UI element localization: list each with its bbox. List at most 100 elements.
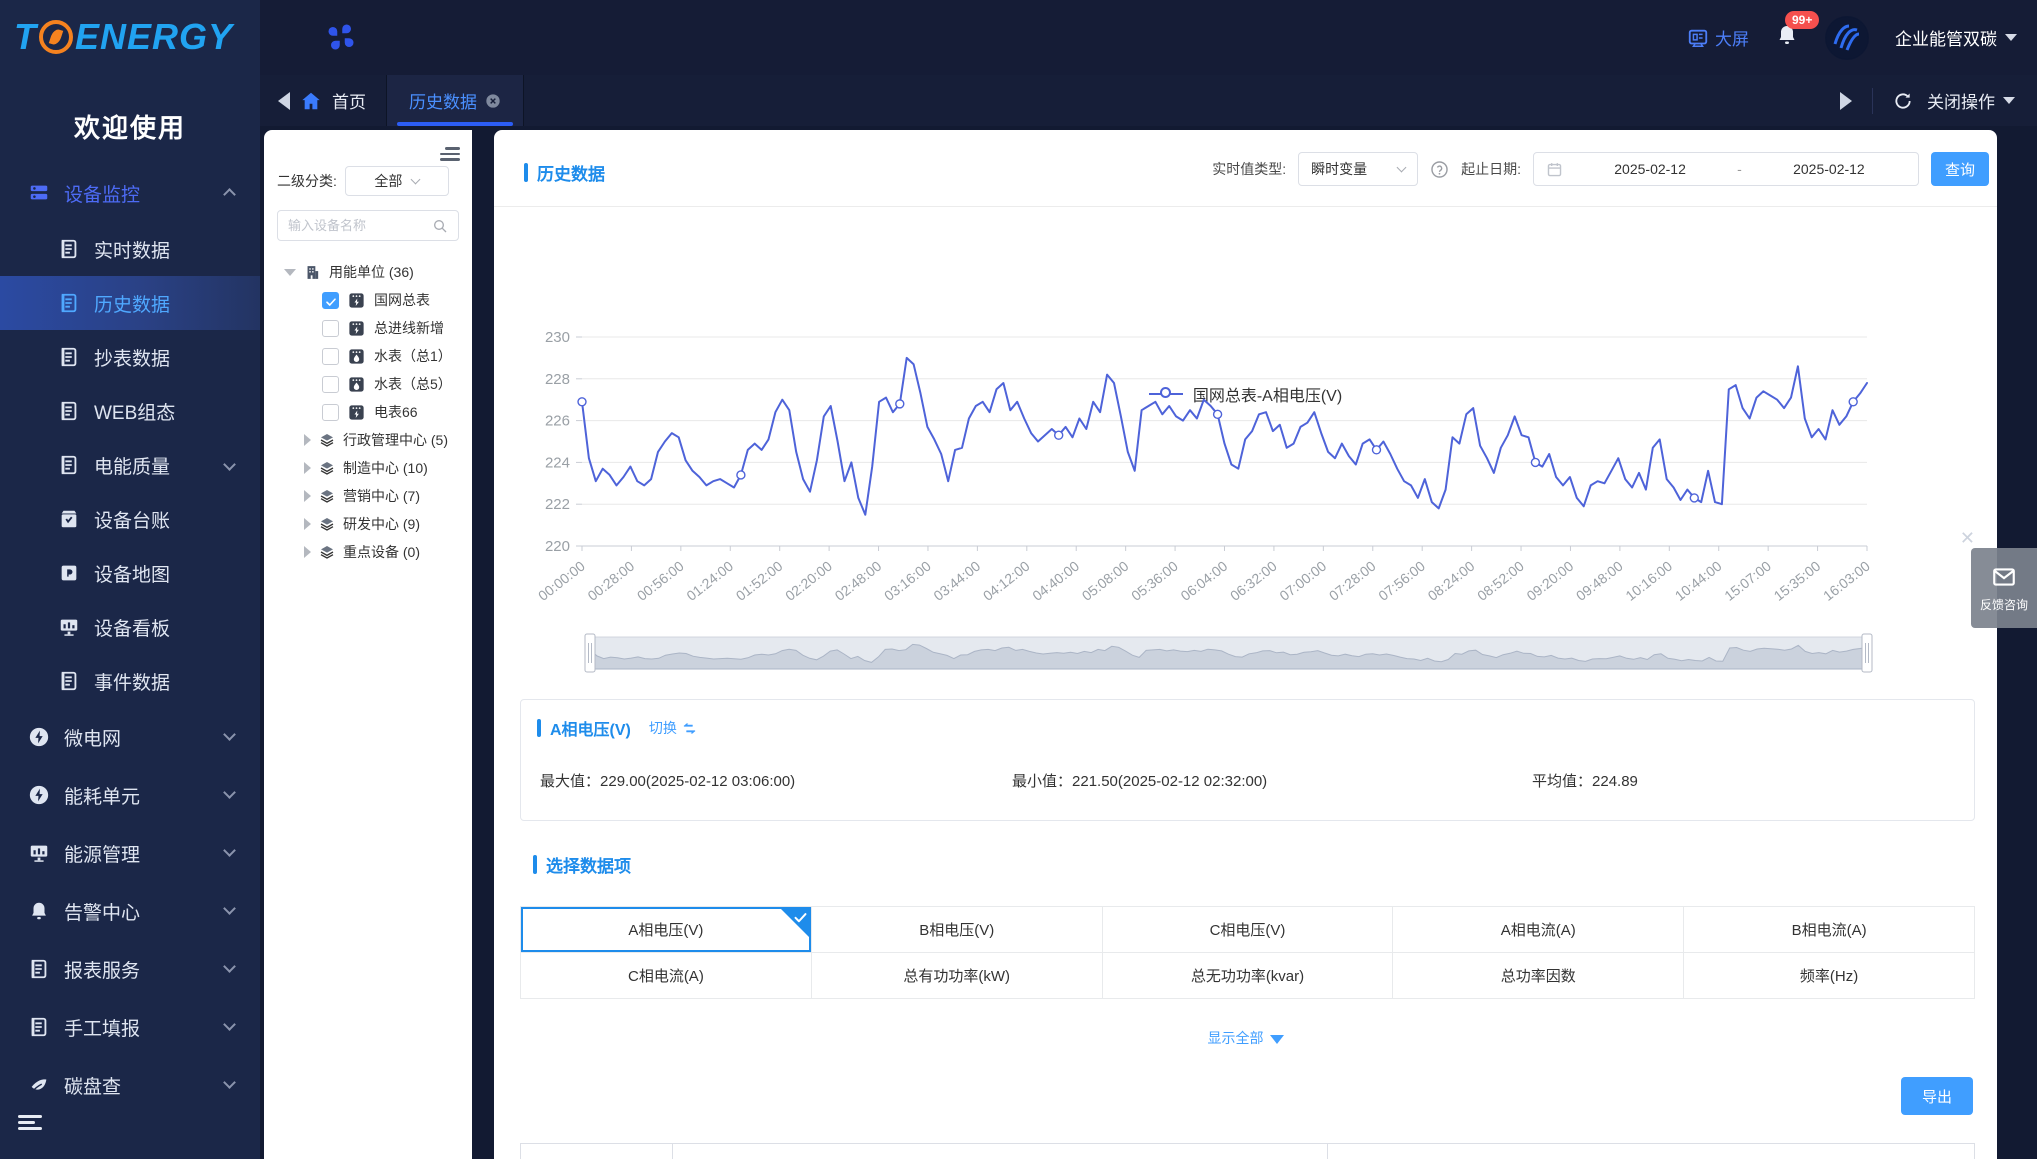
tab-history-data[interactable]: 历史数据 (387, 75, 524, 126)
tabs-scroll-right-icon[interactable] (1840, 92, 1852, 110)
svg-text:09:48:00: 09:48:00 (1573, 558, 1626, 604)
data-item-button-2[interactable]: C相电压(V) (1103, 907, 1394, 953)
sidebar-item-power-quality[interactable]: 电能质量 (0, 438, 260, 492)
svg-text:01:24:00: 01:24:00 (683, 558, 736, 604)
sidebar-item-carbon-audit[interactable]: 碳盘查 (0, 1056, 260, 1114)
sidebar-item-history-data[interactable]: 历史数据 (0, 276, 260, 330)
tab-home[interactable]: 首页 (332, 88, 366, 113)
sidebar-item-web-config[interactable]: WEB组态 (0, 384, 260, 438)
data-item-button-5[interactable]: C相电流(A) (521, 953, 812, 999)
sidebar-item-device-board[interactable]: 设备看板 (0, 600, 260, 654)
checkbox-checked[interactable] (322, 292, 339, 309)
data-item-button-3[interactable]: A相电流(A) (1393, 907, 1684, 953)
svg-text:10:44:00: 10:44:00 (1672, 558, 1725, 604)
sidebar-item-label: 微电网 (64, 724, 121, 751)
caret-up-icon (223, 188, 236, 201)
sidebar-item-meter-reading-data[interactable]: 抄表数据 (0, 330, 260, 384)
close-operations-menu[interactable]: 关闭操作 (1927, 88, 2015, 113)
data-item-button-9[interactable]: 频率(Hz) (1684, 953, 1975, 999)
svg-text:09:20:00: 09:20:00 (1524, 558, 1577, 604)
tree-device-label: 总进线新增 (374, 318, 444, 338)
sidebar-item-energy-management[interactable]: 能源管理 (0, 824, 260, 882)
sidebar-item-device-monitoring[interactable]: 设备监控 (0, 164, 260, 222)
svg-text:07:28:00: 07:28:00 (1326, 558, 1379, 604)
leaf-icon (28, 1074, 50, 1096)
feedback-close-icon[interactable]: ✕ (1960, 528, 1975, 549)
tree-device-electric-meter-66[interactable]: 电表66 (264, 398, 472, 426)
tree-group-manufacturing-center[interactable]: 制造中心 (10) (264, 454, 472, 482)
big-screen-button[interactable]: 大屏 (1687, 25, 1749, 50)
tree-device-water-meter-5[interactable]: 水表（总5） (264, 370, 472, 398)
checkbox[interactable] (322, 376, 339, 393)
tree-menu-icon[interactable] (440, 144, 460, 159)
tree-group-key-devices[interactable]: 重点设备 (0) (264, 538, 472, 566)
sidebar-item-device-ledger[interactable]: 设备台账 (0, 492, 260, 546)
sidebar-item-realtime-data[interactable]: 实时数据 (0, 222, 260, 276)
sidebar-item-energy-unit[interactable]: 能耗单元 (0, 766, 260, 824)
expand-closed-icon[interactable] (304, 434, 311, 446)
expand-closed-icon[interactable] (304, 546, 311, 558)
show-all-button[interactable]: 显示全部 (494, 1028, 1997, 1048)
chart-canvas[interactable]: 22022222422622823000:00:0000:28:0000:56:… (494, 280, 1997, 700)
chevron-down-icon (1397, 162, 1407, 172)
sidebar-item-manual-entry[interactable]: 手工填报 (0, 998, 260, 1056)
notifications-button[interactable]: 99+ (1775, 23, 1799, 52)
feedback-widget[interactable]: 反馈咨询 (1971, 548, 2037, 628)
data-item-button-0[interactable]: A相电压(V) (521, 907, 812, 953)
home-icon[interactable] (300, 90, 322, 112)
tree-device-water-meter-1[interactable]: 水表（总1） (264, 342, 472, 370)
sidebar-item-device-map[interactable]: 设备地图 (0, 546, 260, 600)
tree-root-energy-units[interactable]: 用能单位 (36) (264, 258, 472, 286)
caret-down-icon (223, 1018, 236, 1031)
data-item-button-1[interactable]: B相电压(V) (812, 907, 1103, 953)
date-range-picker[interactable]: 2025-02-12 - 2025-02-12 (1533, 152, 1919, 186)
export-button[interactable]: 导出 (1901, 1077, 1973, 1115)
checkbox[interactable] (322, 404, 339, 421)
stats-title: A相电压(V) (537, 716, 631, 740)
checkbox[interactable] (322, 348, 339, 365)
sidebar-item-microgrid[interactable]: 微电网 (0, 708, 260, 766)
org-switcher[interactable]: 企业能管双碳 (1895, 25, 2017, 50)
tab-close-icon[interactable] (485, 93, 501, 109)
tree-group-rnd-center[interactable]: 研发中心 (9) (264, 510, 472, 538)
sidebar-item-label: 设备台账 (94, 506, 170, 533)
switch-metric-button[interactable]: 切换 (649, 718, 697, 738)
tabs-scroll-left-icon[interactable] (278, 92, 290, 110)
expand-closed-icon[interactable] (304, 462, 311, 474)
data-item-button-8[interactable]: 总功率因数 (1393, 953, 1684, 999)
welcome-text: 欢迎使用 (0, 108, 260, 145)
query-button[interactable]: 查询 (1931, 152, 1989, 186)
sidebar-collapse-icon[interactable] (18, 1112, 42, 1132)
help-icon[interactable] (1430, 160, 1449, 179)
user-avatar[interactable] (1825, 16, 1869, 60)
date-end-input[interactable]: 2025-02-12 (1752, 161, 1906, 177)
sidebar-item-label: 电能质量 (94, 452, 170, 479)
tree-group-marketing-center[interactable]: 营销中心 (7) (264, 482, 472, 510)
sidebar-item-label: 抄表数据 (94, 344, 170, 371)
data-item-button-7[interactable]: 总无功功率(kvar) (1103, 953, 1394, 999)
date-start-input[interactable]: 2025-02-12 (1573, 161, 1727, 177)
sidebar-item-label: 设备监控 (64, 180, 140, 207)
category-select[interactable]: 全部 (345, 166, 449, 196)
tree-group-admin-center[interactable]: 行政管理中心 (5) (264, 426, 472, 454)
expand-closed-icon[interactable] (304, 518, 311, 530)
tree-device-grid-main-meter[interactable]: 国网总表 (264, 286, 472, 314)
check-icon (325, 296, 337, 308)
checkbox[interactable] (322, 320, 339, 337)
sidebar-item-report-service[interactable]: 报表服务 (0, 940, 260, 998)
tree-device-main-incoming-new[interactable]: 总进线新增 (264, 314, 472, 342)
caret-down-icon (223, 844, 236, 857)
realtime-type-select[interactable]: 瞬时变量 (1298, 152, 1418, 186)
electric-meter-icon (347, 319, 366, 338)
sidebar-item-event-data[interactable]: 事件数据 (0, 654, 260, 708)
sidebar-item-alarm-center[interactable]: 告警中心 (0, 882, 260, 940)
refresh-icon[interactable] (1893, 91, 1913, 111)
data-item-label: 总有功功率(kW) (903, 965, 1010, 986)
search-icon[interactable] (432, 218, 448, 234)
apps-grid-icon[interactable] (326, 22, 356, 52)
data-item-button-6[interactable]: 总有功功率(kW) (812, 953, 1103, 999)
data-item-button-4[interactable]: B相电流(A) (1684, 907, 1975, 953)
expand-closed-icon[interactable] (304, 490, 311, 502)
expand-open-icon[interactable] (284, 269, 296, 276)
device-search-input[interactable] (288, 218, 424, 233)
